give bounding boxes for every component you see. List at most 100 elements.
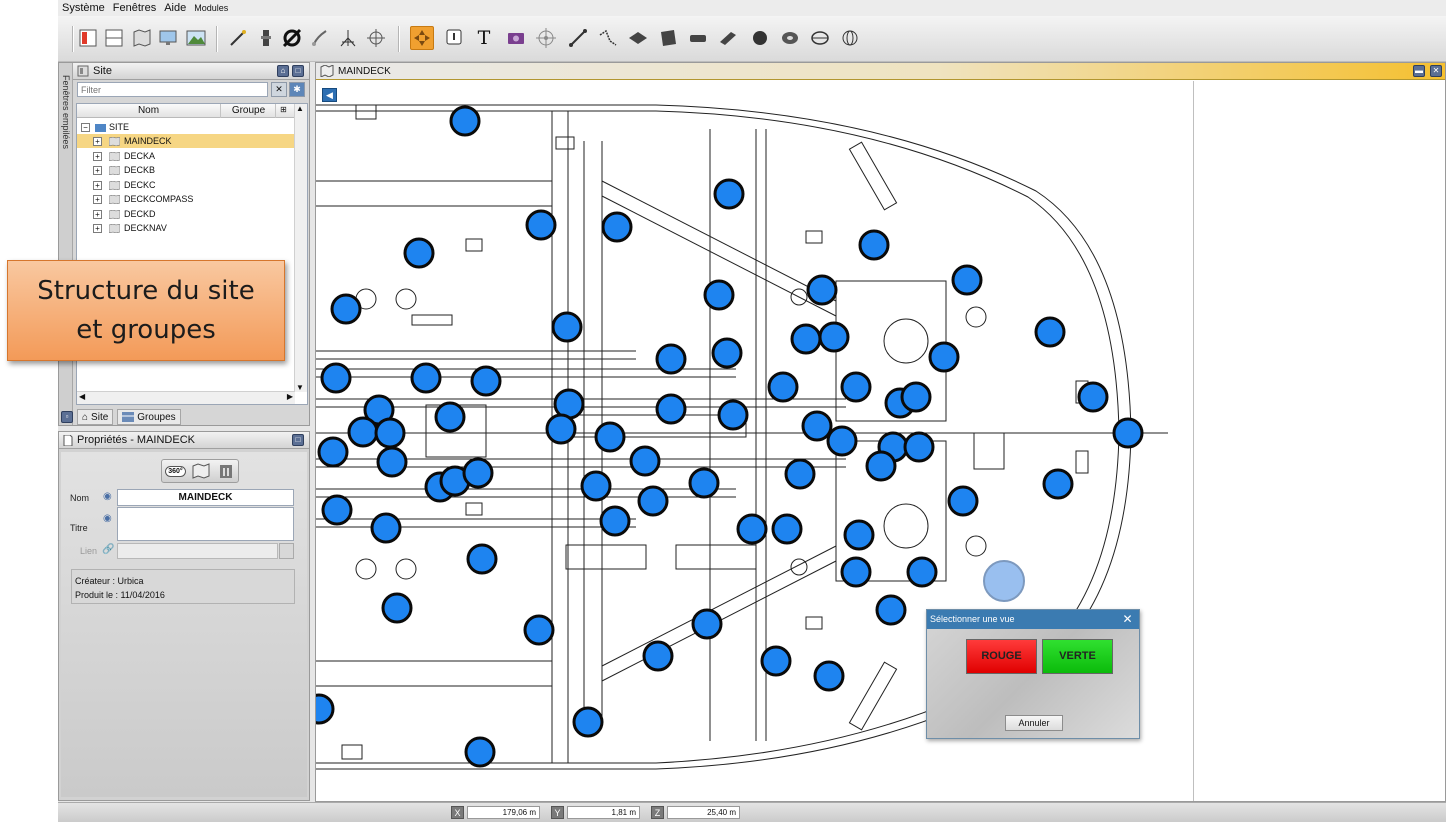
scroll-left-icon[interactable]: ◀ bbox=[79, 392, 85, 401]
menu-aide[interactable]: Aide bbox=[164, 2, 186, 14]
point-marker[interactable] bbox=[545, 413, 577, 445]
diamond-icon[interactable] bbox=[626, 26, 650, 50]
point-marker[interactable] bbox=[947, 485, 979, 517]
expand-icon[interactable]: + bbox=[93, 224, 102, 233]
point-marker[interactable] bbox=[760, 645, 792, 677]
point-marker[interactable] bbox=[370, 512, 402, 544]
hover-marker[interactable] bbox=[983, 560, 1025, 602]
point-marker[interactable] bbox=[374, 417, 406, 449]
point-marker[interactable] bbox=[691, 608, 723, 640]
expand-icon[interactable]: + bbox=[93, 195, 102, 204]
point-marker[interactable] bbox=[865, 450, 897, 482]
point-marker[interactable] bbox=[580, 470, 612, 502]
nom-visibility-eye-icon[interactable]: ◉ bbox=[103, 491, 112, 502]
tree-row-deck[interactable]: + DECKB bbox=[77, 163, 295, 177]
point-marker[interactable] bbox=[711, 337, 743, 369]
expand-icon[interactable]: + bbox=[93, 151, 102, 161]
clear-filter-icon[interactable]: ✕ bbox=[271, 82, 287, 97]
map-view-icon[interactable] bbox=[130, 26, 154, 50]
point-marker[interactable] bbox=[840, 556, 872, 588]
verte-button[interactable]: VERTE bbox=[1042, 639, 1113, 674]
brush-icon[interactable] bbox=[308, 26, 332, 50]
tree-row-site[interactable]: − SITE bbox=[77, 120, 295, 134]
filter-settings-icon[interactable]: ✱ bbox=[289, 82, 305, 97]
layout-icon[interactable] bbox=[76, 26, 100, 50]
point-marker[interactable] bbox=[410, 362, 442, 394]
view-360-icon[interactable]: 360° bbox=[165, 465, 186, 477]
expand-icon[interactable]: + bbox=[93, 137, 102, 146]
point-marker[interactable] bbox=[317, 436, 349, 468]
menu-modules[interactable]: Modules bbox=[194, 3, 228, 13]
point-marker[interactable] bbox=[525, 209, 557, 241]
point-marker[interactable] bbox=[713, 178, 745, 210]
torus-icon[interactable] bbox=[778, 26, 802, 50]
point-marker[interactable] bbox=[858, 229, 890, 261]
point-marker[interactable] bbox=[903, 431, 935, 463]
building-icon[interactable] bbox=[217, 463, 235, 479]
point-marker[interactable] bbox=[470, 365, 502, 397]
tree-row-deck[interactable]: + MAINDECK bbox=[77, 134, 295, 148]
point-marker[interactable] bbox=[462, 457, 494, 489]
dialog-close-icon[interactable]: ✕ bbox=[1121, 613, 1134, 626]
point-marker[interactable] bbox=[717, 399, 749, 431]
tree-row-deck[interactable]: + DECKA bbox=[77, 149, 295, 163]
point-marker[interactable] bbox=[316, 693, 335, 725]
point-marker[interactable] bbox=[790, 323, 822, 355]
terrain-icon[interactable] bbox=[184, 26, 208, 50]
point-marker[interactable] bbox=[449, 105, 481, 137]
rouge-button[interactable]: ROUGE bbox=[966, 639, 1037, 674]
point-marker[interactable] bbox=[843, 519, 875, 551]
compass-icon[interactable] bbox=[364, 26, 388, 50]
point-marker[interactable] bbox=[688, 467, 720, 499]
camera-icon[interactable] bbox=[504, 26, 528, 50]
point-marker[interactable] bbox=[771, 513, 803, 545]
home-icon[interactable]: ⌂ bbox=[277, 65, 289, 77]
titre-field[interactable] bbox=[117, 507, 294, 541]
lien-field[interactable] bbox=[117, 543, 278, 559]
line-icon[interactable] bbox=[566, 26, 590, 50]
point-marker[interactable] bbox=[767, 371, 799, 403]
diameter-icon[interactable] bbox=[280, 26, 304, 50]
expand-icon[interactable]: + bbox=[93, 209, 102, 219]
point-marker[interactable] bbox=[321, 494, 353, 526]
tripod-icon[interactable] bbox=[336, 26, 360, 50]
map-plan-icon[interactable] bbox=[192, 463, 210, 479]
point-marker[interactable] bbox=[347, 416, 379, 448]
panel-toggle-icon[interactable]: ▫ bbox=[61, 411, 73, 423]
point-marker[interactable] bbox=[642, 640, 674, 672]
y-axis-button[interactable]: Y bbox=[551, 806, 564, 819]
box-icon[interactable] bbox=[686, 26, 710, 50]
point-marker[interactable] bbox=[1034, 316, 1066, 348]
properties-maximize-icon[interactable]: □ bbox=[292, 434, 304, 446]
point-marker[interactable] bbox=[599, 505, 631, 537]
point-marker[interactable] bbox=[381, 592, 413, 624]
point-marker[interactable] bbox=[320, 362, 352, 394]
column-groupe[interactable]: Groupe bbox=[222, 104, 276, 118]
point-marker[interactable] bbox=[1077, 381, 1109, 413]
lien-browse-button[interactable] bbox=[279, 543, 294, 559]
point-marker[interactable] bbox=[784, 458, 816, 490]
screen-icon[interactable] bbox=[156, 26, 180, 50]
polyline-icon[interactable] bbox=[596, 26, 620, 50]
tree-row-deck[interactable]: + DECKNAV bbox=[77, 221, 295, 235]
point-marker[interactable] bbox=[403, 237, 435, 269]
point-marker[interactable] bbox=[594, 421, 626, 453]
point-marker[interactable] bbox=[806, 274, 838, 306]
scroll-up-icon[interactable]: ▲ bbox=[296, 104, 304, 113]
point-marker[interactable] bbox=[801, 410, 833, 442]
point-marker[interactable] bbox=[655, 393, 687, 425]
select-icon[interactable] bbox=[410, 26, 434, 50]
menu-systeme[interactable]: Système bbox=[62, 2, 105, 14]
wand-icon[interactable] bbox=[226, 26, 250, 50]
point-marker[interactable] bbox=[637, 485, 669, 517]
point-marker[interactable] bbox=[875, 594, 907, 626]
z-axis-button[interactable]: Z bbox=[651, 806, 664, 819]
close-icon[interactable]: ✕ bbox=[1430, 65, 1442, 77]
scroll-right-icon[interactable]: ▶ bbox=[287, 392, 293, 401]
point-marker[interactable] bbox=[951, 264, 983, 296]
target-icon[interactable] bbox=[534, 26, 558, 50]
stacked-windows-tab[interactable]: Fenêtres empilées bbox=[59, 63, 73, 425]
filter-input[interactable] bbox=[77, 82, 268, 97]
nom-field[interactable]: MAINDECK bbox=[117, 489, 294, 506]
point-marker[interactable] bbox=[1042, 468, 1074, 500]
